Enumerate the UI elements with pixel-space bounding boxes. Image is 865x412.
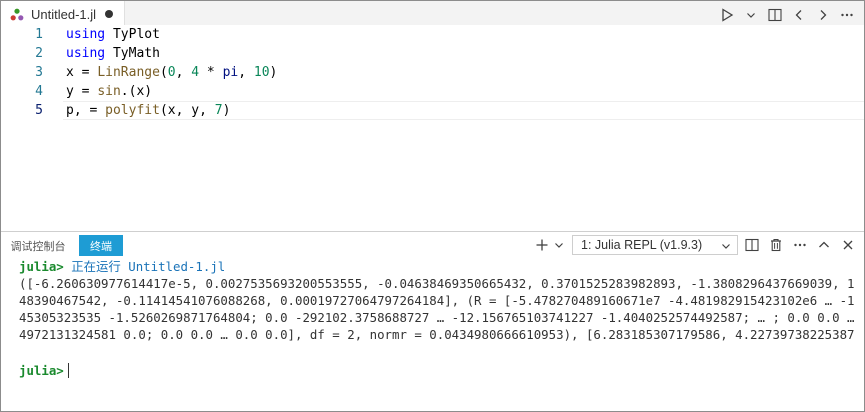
line-number: 1 (35, 27, 43, 42)
code-token: ) (269, 65, 278, 80)
more-actions-icon[interactable] (836, 4, 858, 26)
editor-tab-untitled-1[interactable]: Untitled-1.jl (1, 1, 125, 28)
code-token: ) (222, 103, 231, 118)
go-forward-icon[interactable] (812, 4, 834, 26)
new-terminal-icon[interactable] (532, 235, 552, 255)
text-cursor (67, 363, 69, 378)
terminal-line: 48390467542, -0.11414541076088268, 0.000… (19, 293, 854, 308)
tab-title: Untitled-1.jl (31, 7, 97, 22)
code-token: 4 (191, 65, 200, 80)
code-token: ( (159, 65, 168, 80)
panel-actions: 1: Julia REPL (v1.9.3) (528, 232, 858, 258)
code-token: polyfit (105, 103, 160, 118)
terminal-line: 4972131324581 0.0; 0.0 0.0 … 0.0 0.0], d… (19, 327, 854, 342)
line-number-gutter: 1 2 3 4 5 (1, 25, 53, 120)
terminal-more-actions-icon[interactable] (790, 235, 810, 255)
code-token: using (66, 46, 106, 61)
code-token: , (238, 65, 254, 80)
code-token: = (73, 84, 98, 99)
line-number: 4 (35, 84, 43, 99)
terminal-line: 45305323535 -1.5260269871764804; 0.0 -29… (19, 310, 854, 325)
unsaved-dot-icon[interactable] (105, 10, 113, 18)
run-message: 正在运行 Untitled-1.jl (71, 259, 226, 274)
new-terminal-dropdown-chevron-icon[interactable] (552, 235, 566, 255)
panel-header: 调试控制台 终端 1: Julia REPL (v1.9.3) (1, 232, 864, 258)
code-line[interactable]: using TyMath (66, 44, 864, 63)
repl-prompt: julia> (19, 259, 64, 274)
code-token: pi (222, 65, 239, 80)
code-token: using (66, 27, 106, 42)
code-token: sin (97, 84, 121, 99)
code-token: = (73, 65, 98, 80)
terminal-line: julia> 正在运行 Untitled-1.jl (19, 258, 854, 275)
code-token: LinRange (97, 65, 160, 80)
code-token: 10 (253, 65, 270, 80)
code-line[interactable]: x = LinRange(0, 4 * pi, 10) (66, 63, 864, 82)
code-line[interactable]: p, = polyfit(x, y, 7) (66, 101, 864, 120)
code-line[interactable]: y = sin.(x) (66, 82, 864, 101)
code-editor[interactable]: 1 2 3 4 5 using TyPlot using TyMath x = Li… (1, 25, 864, 231)
close-panel-icon[interactable] (838, 235, 858, 255)
terminal-selector[interactable]: 1: Julia REPL (v1.9.3) (572, 235, 738, 255)
code-token: p, = (66, 103, 106, 118)
code-token: 0 (167, 65, 176, 80)
code-token: TyPlot (105, 27, 160, 42)
tab-terminal[interactable]: 终端 (79, 235, 123, 256)
maximize-panel-icon[interactable] (814, 235, 834, 255)
code-token: TyMath (105, 46, 160, 61)
code-token: 7 (214, 103, 223, 118)
split-editor-icon[interactable] (764, 4, 786, 26)
line-number: 3 (35, 65, 43, 80)
split-terminal-icon[interactable] (742, 235, 762, 255)
bottom-panel: 调试控制台 终端 1: Julia REPL (v1.9.3) julia> 正… (1, 231, 864, 411)
code-line[interactable]: using TyPlot (66, 25, 864, 44)
tab-debug-console[interactable]: 调试控制台 (7, 235, 69, 256)
code-token: (x, y, (159, 103, 215, 118)
run-icon[interactable] (716, 4, 738, 26)
julia-file-icon (10, 8, 24, 20)
terminal-output[interactable]: julia> 正在运行 Untitled-1.jl ([-6.260630977… (19, 258, 854, 379)
code-token: * (199, 65, 223, 80)
trash-icon[interactable] (766, 235, 786, 255)
terminal-line: ([-6.260630977614417e-5, 0.0027535693200… (19, 276, 854, 291)
terminal-selector-label: 1: Julia REPL (v1.9.3) (581, 238, 703, 252)
code-lines[interactable]: using TyPlot using TyMath x = LinRange(0, … (66, 25, 864, 120)
editor-actions (714, 1, 858, 28)
vscode-window: Untitled-1.jl 1 2 3 4 5 using TyPlot usi… (0, 0, 865, 412)
code-token: y (66, 84, 74, 99)
line-number: 5 (35, 103, 43, 118)
terminal-line: julia> (19, 362, 854, 379)
chevron-down-icon (722, 244, 730, 249)
run-dropdown-chevron-icon[interactable] (740, 4, 762, 26)
code-token: , (175, 65, 192, 80)
code-token: x (66, 65, 74, 80)
code-token: .(x) (120, 84, 153, 99)
repl-prompt: julia> (19, 363, 64, 378)
editor-tab-bar: Untitled-1.jl (1, 1, 864, 28)
go-back-icon[interactable] (788, 4, 810, 26)
line-number: 2 (35, 46, 43, 61)
